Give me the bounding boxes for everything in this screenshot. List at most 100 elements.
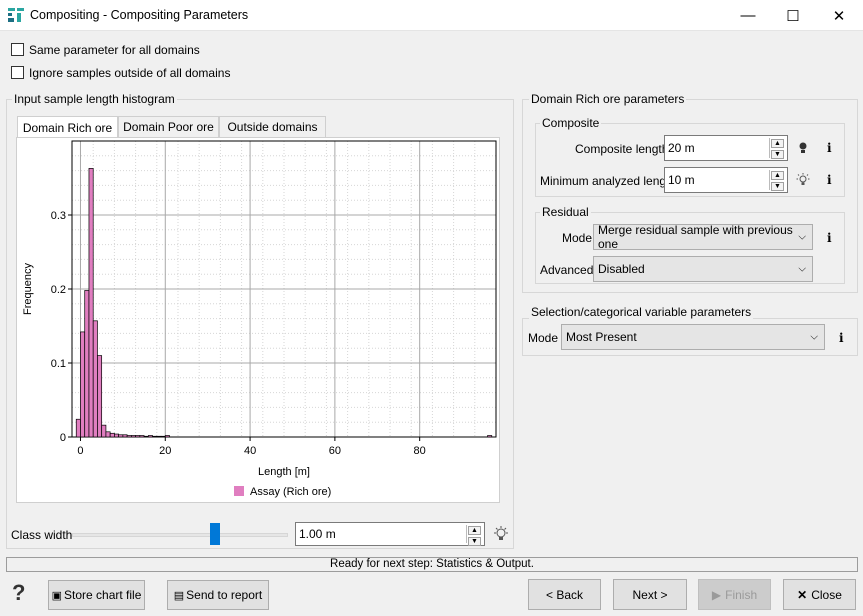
histogram-bar — [84, 290, 90, 438]
selection-params-title: Selection/categorical variable parameter… — [529, 305, 754, 319]
info-icon[interactable]: i — [827, 173, 832, 187]
auto-bulb-icon[interactable] — [493, 526, 509, 542]
chevron-down-icon: ⌵ — [798, 231, 806, 243]
class-width-label: Class width — [11, 528, 73, 542]
histogram-bar — [118, 434, 124, 438]
selection-mode-value: Most Present — [566, 330, 637, 344]
histogram-bar — [147, 435, 153, 438]
histogram-bar — [92, 320, 98, 438]
chevron-down-icon: ⌵ — [810, 331, 818, 343]
residual-mode-value: Merge residual sample with previous one — [598, 223, 793, 251]
histogram-group-title: Input sample length histogram — [12, 92, 177, 106]
send-report-button[interactable]: ▤ Send to report — [167, 580, 269, 610]
info-icon[interactable]: i — [827, 141, 832, 155]
x-tick-label: 20 — [159, 445, 171, 457]
tab-domain-poor-ore[interactable]: Domain Poor ore — [118, 116, 219, 137]
close-icon: ✕ — [832, 7, 846, 25]
tab-domain-rich-ore[interactable]: Domain Rich ore — [17, 116, 118, 138]
selection-mode-select[interactable]: Most Present ⌵ — [561, 324, 825, 350]
composite-title: Composite — [540, 116, 602, 130]
min-length-input[interactable]: 10 m ▲ ▼ — [664, 167, 788, 193]
advanced-select[interactable]: Disabled ⌵ — [593, 256, 813, 282]
advanced-value: Disabled — [598, 262, 645, 276]
spin-up-icon[interactable]: ▲ — [468, 526, 481, 535]
histogram-bar — [143, 435, 149, 438]
store-chart-button[interactable]: ▣ Store chart file — [48, 580, 145, 610]
help-icon[interactable]: ? — [12, 580, 25, 606]
status-bar: Ready for next step: Statistics & Output… — [6, 557, 858, 572]
histogram-bar — [164, 435, 170, 438]
same-param-checkbox[interactable] — [11, 43, 24, 56]
close-window-button[interactable]: ✕ — [816, 0, 862, 31]
advanced-label: Advanced — [540, 263, 594, 277]
histogram-bar — [152, 435, 158, 438]
spin-down-icon[interactable]: ▼ — [468, 537, 481, 546]
histogram-bar — [156, 435, 162, 438]
tab-outside-domains[interactable]: Outside domains — [219, 116, 326, 137]
ignore-samples-checkbox[interactable] — [11, 66, 24, 79]
histogram-bar — [135, 435, 141, 438]
store-chart-label: Store chart file — [64, 588, 142, 602]
report-icon: ▤ — [173, 589, 185, 602]
close-label: Close — [811, 587, 842, 602]
residual-mode-select[interactable]: Merge residual sample with previous one ⌵ — [593, 223, 813, 251]
class-width-slider-handle[interactable] — [209, 523, 220, 545]
back-button[interactable]: < Back — [528, 579, 601, 610]
histogram-bar — [114, 433, 119, 438]
rich-ore-params-title: Domain Rich ore parameters — [529, 92, 687, 106]
x-tick-label: 40 — [244, 445, 256, 457]
chevron-down-icon: ⌵ — [798, 263, 806, 275]
minimize-icon: — — [740, 7, 756, 24]
selection-mode-label: Mode — [528, 331, 559, 345]
minimize-button[interactable]: — — [725, 0, 771, 31]
histogram-bar — [80, 331, 86, 438]
send-report-label: Send to report — [186, 588, 263, 602]
legend-label: Assay (Rich ore) — [250, 486, 331, 498]
close-button[interactable]: ✕ Close — [783, 579, 856, 610]
play-icon: ▶ — [711, 587, 722, 602]
title-bar: Compositing - Compositing Parameters — ☐… — [0, 0, 863, 31]
finish-button[interactable]: ▶ Finish — [698, 579, 771, 610]
x-tick-label: 0 — [77, 445, 83, 457]
composite-length-input[interactable]: 20 m ▲ ▼ — [664, 135, 788, 161]
bulb-off-icon[interactable] — [796, 173, 810, 187]
spin-down-icon[interactable]: ▼ — [771, 150, 784, 159]
maximize-icon: ☐ — [786, 7, 800, 25]
x-axis-label: Length [m] — [258, 466, 310, 478]
ignore-samples-label: Ignore samples outside of all domains — [29, 66, 231, 80]
info-icon[interactable]: i — [827, 231, 832, 245]
legend-swatch — [234, 486, 244, 496]
histogram-bar — [88, 168, 94, 438]
same-param-label: Same parameter for all domains — [29, 43, 200, 57]
histogram-bar — [105, 431, 111, 438]
window-title: Compositing - Compositing Parameters — [30, 8, 249, 22]
histogram-bar — [139, 435, 145, 438]
min-length-spinner[interactable]: ▲ ▼ — [769, 170, 785, 191]
maximize-button[interactable]: ☐ — [770, 0, 816, 31]
composite-length-spinner[interactable]: ▲ ▼ — [769, 138, 785, 159]
y-tick-label: 0.2 — [51, 284, 66, 296]
spin-down-icon[interactable]: ▼ — [771, 182, 784, 191]
x-tick-label: 80 — [414, 445, 426, 457]
residual-title: Residual — [540, 205, 591, 219]
histogram-panel: 0 20 40 60 80 0 0.1 0.2 0.3 Length [m] Frequenc… — [16, 137, 500, 503]
info-icon[interactable]: i — [839, 331, 844, 345]
next-button[interactable]: Next > — [613, 579, 687, 610]
composite-length-value: 20 m — [668, 141, 695, 155]
histogram-chart: 0 20 40 60 80 0 0.1 0.2 0.3 Length [m] Frequenc… — [22, 140, 497, 498]
class-width-spinner[interactable]: ▲ ▼ — [466, 525, 482, 546]
histogram-bar — [75, 418, 81, 438]
histogram-bar — [97, 355, 103, 438]
histogram-bar — [131, 435, 136, 438]
histogram-bar — [101, 424, 107, 438]
y-tick-label: 0.1 — [51, 358, 66, 370]
spin-up-icon[interactable]: ▲ — [771, 139, 784, 148]
class-width-input[interactable]: 1.00 m ▲ ▼ — [295, 522, 485, 546]
y-axis-label: Frequency — [22, 263, 34, 315]
bulb-on-icon[interactable] — [796, 141, 810, 155]
spin-up-icon[interactable]: ▲ — [771, 171, 784, 180]
save-icon: ▣ — [51, 589, 63, 602]
class-width-slider[interactable] — [72, 533, 288, 537]
y-tick-label: 0.3 — [51, 210, 66, 222]
min-length-label: Minimum analyzed length — [540, 174, 677, 188]
